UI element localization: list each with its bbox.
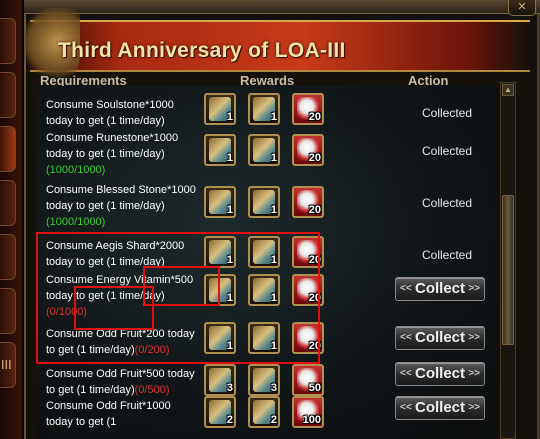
reward-potion-icon[interactable]: 20 [292,236,324,268]
table-row: Consume Blessed Stone*1000 today to get … [36,180,498,232]
table-row: Consume Odd Fruit*1000 today to get (1 2… [36,396,498,439]
reward-scroll-icon[interactable]: 1 [204,134,236,166]
requirement-text: Consume Soulstone*1000 today to get (1 t… [46,99,174,127]
close-button[interactable]: ✕ [508,0,536,16]
reward-potion-icon[interactable]: 20 [292,274,324,306]
reward-scroll-icon[interactable]: 1 [204,93,236,125]
reward-potion-icon[interactable]: 20 [292,134,324,166]
reward-scroll-icon[interactable]: 1 [204,322,236,354]
sidebar-tab-5[interactable] [0,234,16,280]
reward-scroll-icon[interactable]: 3 [204,364,236,396]
collect-button[interactable]: << Collect >> [395,396,485,420]
sidebar-tab-1[interactable] [0,18,16,64]
collected-status: Collected [422,248,473,262]
reward-scroll-icon[interactable]: 1 [248,236,280,268]
sidebar-tab-label: III [1,358,12,372]
reward-scroll-icon[interactable]: 1 [248,134,280,166]
requirement-text: Consume Odd Fruit*1000 today to get (1 [46,400,171,428]
reward-scroll-icon[interactable]: 1 [248,274,280,306]
requirement-text: Consume Aegis Shard*2000 today to get (1… [46,240,185,268]
collected-status: Collected [422,144,473,158]
reward-scroll-icon[interactable]: 2 [204,396,236,428]
window-top-border [24,0,540,14]
collect-button[interactable]: << Collect >> [395,362,485,386]
reward-scroll-icon[interactable]: 1 [204,186,236,218]
reward-potion-icon[interactable]: 20 [292,93,324,125]
scroll-thumb[interactable] [502,195,514,345]
collect-button[interactable]: << Collect >> [395,326,485,350]
table-row: Consume Soulstone*1000 today to get (1 t… [36,93,498,132]
requirement-text: Consume Odd Fruit*200 today to get (1 ti… [46,328,195,356]
table-row: Consume Odd Fruit*200 today to get (1 ti… [36,322,498,364]
scroll-up-arrow-icon[interactable]: ▲ [502,84,514,96]
reward-scroll-icon[interactable]: 1 [204,236,236,268]
collect-button[interactable]: << Collect >> [395,277,485,301]
reward-scroll-icon[interactable]: 2 [248,396,280,428]
requirement-text: Consume Runestone*1000 today to get (1 t… [46,132,179,176]
page-title: Third Anniversary of LOA-III [58,39,346,62]
sidebar-tab-4[interactable] [0,180,16,226]
reward-scroll-icon[interactable]: 1 [248,93,280,125]
requirement-text: Consume Blessed Stone*1000 today to get … [46,184,196,228]
table-row: Consume Aegis Shard*2000 today to get (1… [36,234,498,272]
sidebar-tab-2[interactable] [0,72,16,118]
requirement-text: Consume Odd Fruit*500 today to get (1 ti… [46,368,195,396]
reward-potion-icon[interactable]: 100 [292,396,324,428]
reward-potion-icon[interactable]: 50 [292,364,324,396]
requirement-text: Consume Energy Vitamin*500 today to get … [46,274,194,318]
reward-scroll-icon[interactable]: 1 [204,274,236,306]
reward-scroll-icon[interactable]: 1 [248,322,280,354]
reward-potion-icon[interactable]: 20 [292,322,324,354]
sidebar: III [0,0,22,439]
collected-status: Collected [422,106,473,120]
scrollbar[interactable]: ▲ [500,82,516,439]
task-list: Consume Soulstone*1000 today to get (1 t… [36,86,498,439]
sidebar-tab-3[interactable] [0,126,16,172]
sidebar-tab-7[interactable]: III [0,342,16,388]
table-row: Consume Runestone*1000 today to get (1 t… [36,128,498,180]
reward-potion-icon[interactable]: 20 [292,186,324,218]
sidebar-tab-6[interactable] [0,288,16,334]
table-row: Consume Energy Vitamin*500 today to get … [36,272,498,324]
reward-scroll-icon[interactable]: 1 [248,186,280,218]
reward-scroll-icon[interactable]: 3 [248,364,280,396]
collected-status: Collected [422,196,473,210]
